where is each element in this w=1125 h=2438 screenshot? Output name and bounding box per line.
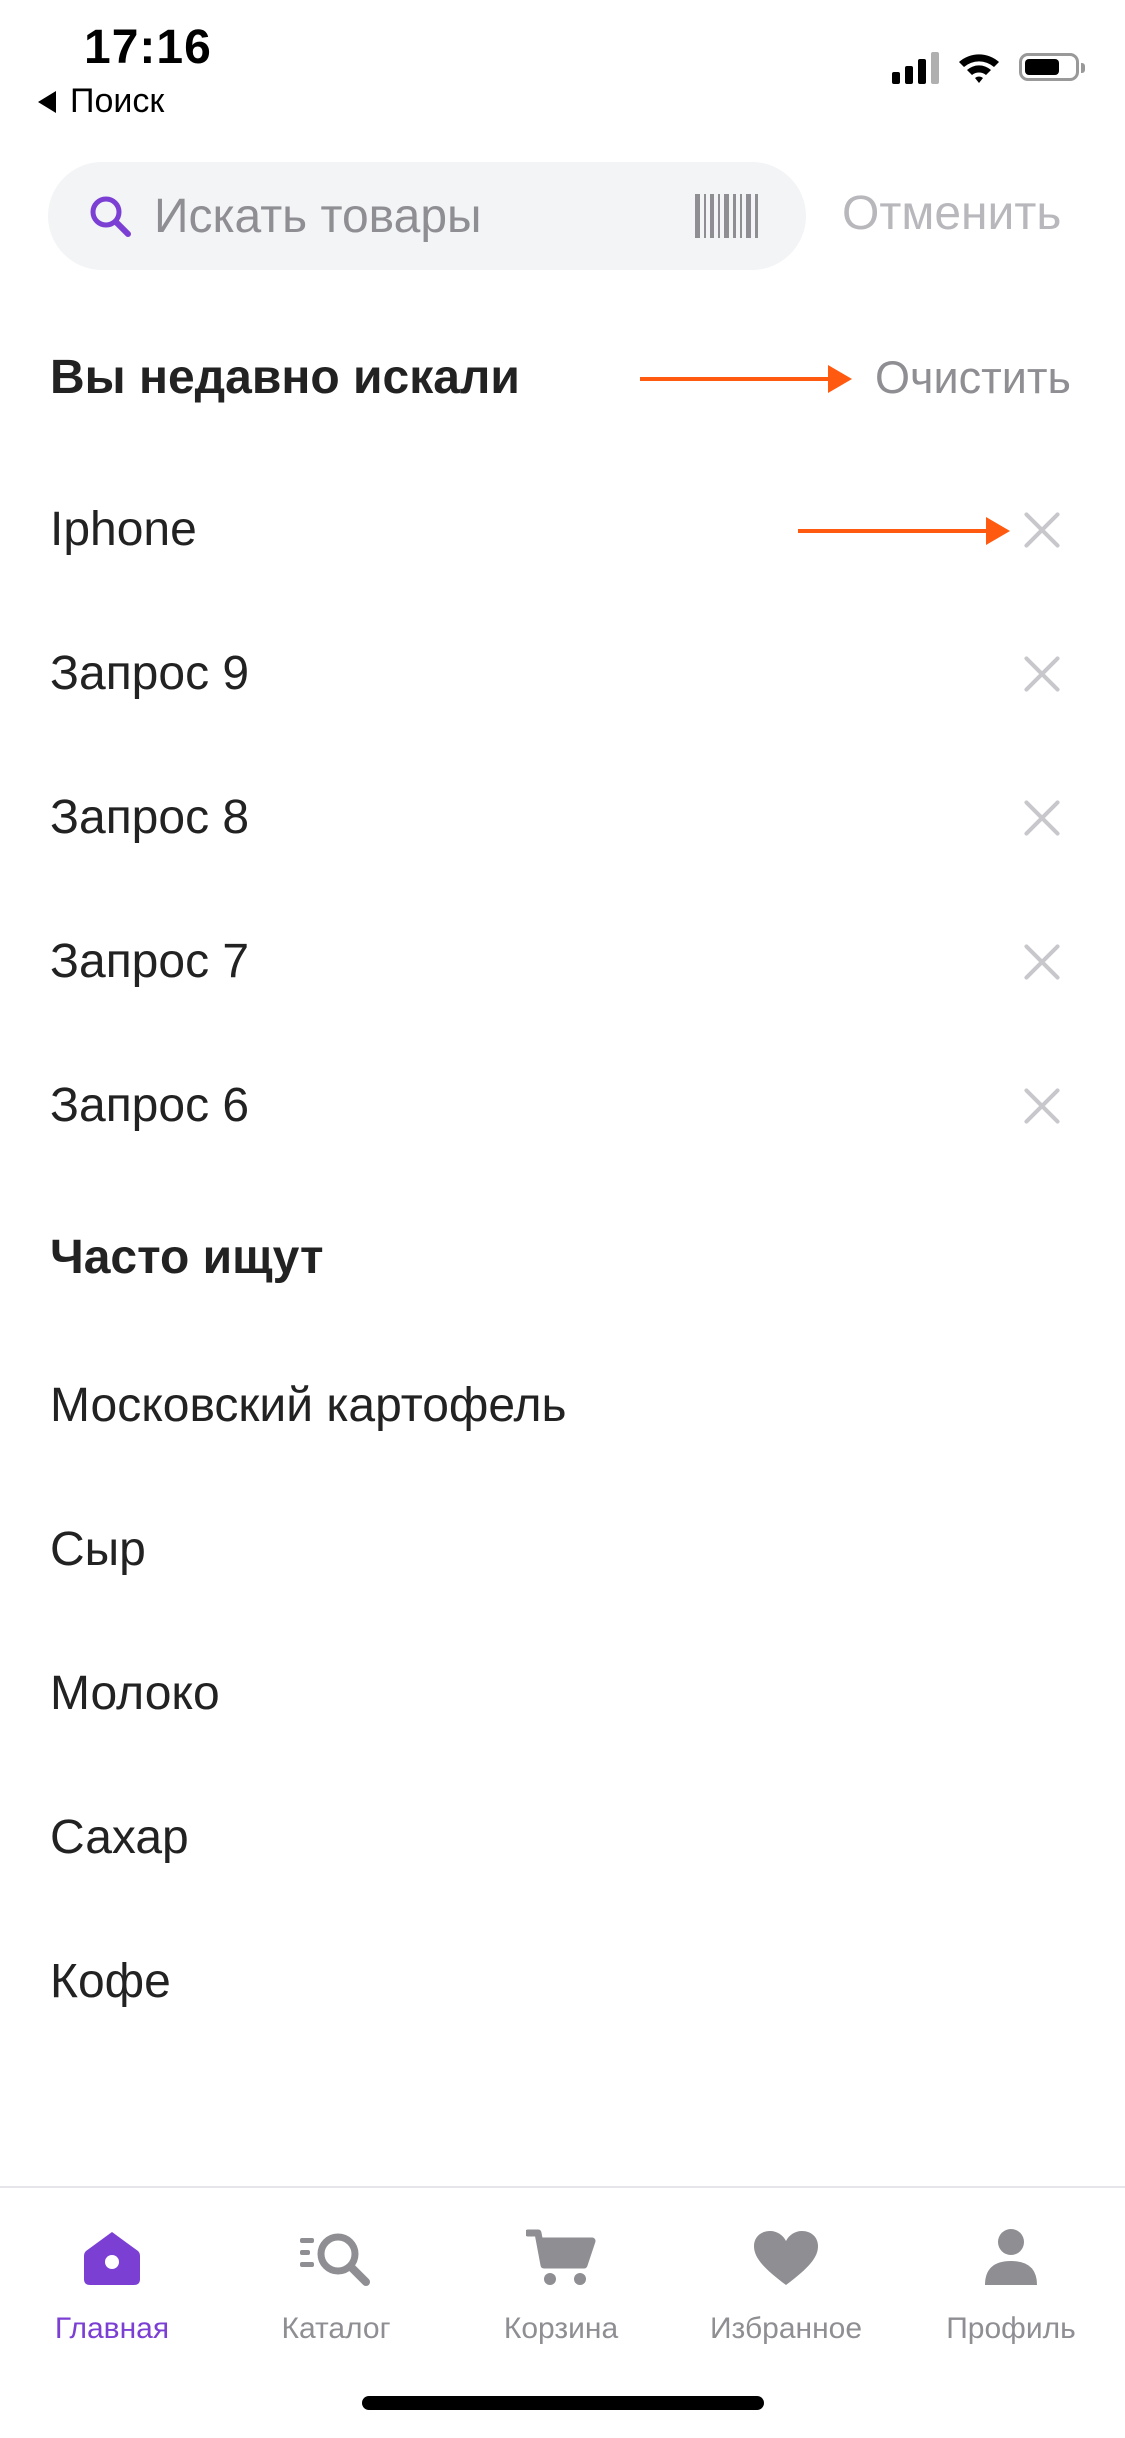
- tab-home[interactable]: Главная: [12, 2218, 212, 2346]
- home-icon: [84, 2232, 140, 2285]
- recent-item-3[interactable]: Запрос 7: [50, 934, 249, 989]
- catalog-search-icon: [300, 2233, 370, 2286]
- cancel-button[interactable]: Отменить: [842, 186, 1061, 241]
- recent-item-1[interactable]: Запрос 9: [50, 646, 249, 701]
- remove-recent-1-icon[interactable]: [1022, 654, 1062, 694]
- tab-cart-label: Корзина: [503, 2312, 619, 2345]
- tab-cart[interactable]: Корзина: [461, 2218, 661, 2346]
- recent-searches-title: Вы недавно искали: [50, 351, 520, 404]
- remove-recent-2-icon[interactable]: [1022, 798, 1062, 838]
- back-label: Поиск: [70, 82, 165, 120]
- popular-item-2[interactable]: Молоко: [50, 1666, 220, 1721]
- barcode-scanner-icon[interactable]: [695, 194, 758, 238]
- clear-history-button[interactable]: Очистить: [875, 352, 1071, 404]
- battery-level: [1025, 59, 1059, 75]
- tab-profile[interactable]: Профиль: [911, 2218, 1111, 2346]
- tab-favorites[interactable]: Избранное: [686, 2218, 886, 2346]
- tab-catalog[interactable]: Каталог: [236, 2218, 436, 2346]
- recent-item-0[interactable]: Iphone: [50, 502, 197, 557]
- popular-item-4[interactable]: Кофе: [50, 1954, 171, 2009]
- annotation-arrow-clear: [640, 365, 852, 393]
- tab-favorites-label: Избранное: [709, 2312, 863, 2345]
- tab-catalog-label: Каталог: [281, 2312, 391, 2345]
- popular-item-1[interactable]: Сыр: [50, 1522, 146, 1577]
- cellular-signal-icon: [892, 50, 939, 84]
- search-bar[interactable]: [48, 162, 806, 270]
- back-to-search-link[interactable]: Поиск: [38, 82, 164, 121]
- remove-recent-0-icon[interactable]: [1022, 510, 1062, 550]
- battery-icon: [1019, 53, 1085, 81]
- profile-icon: [985, 2229, 1037, 2285]
- recent-item-2[interactable]: Запрос 8: [50, 790, 249, 845]
- search-icon: [90, 196, 131, 237]
- remove-recent-3-icon[interactable]: [1022, 942, 1062, 982]
- status-time: 17:16: [84, 21, 212, 74]
- back-arrow-icon: [38, 90, 56, 113]
- wifi-icon: [959, 54, 999, 83]
- cart-icon: [526, 2229, 596, 2285]
- popular-item-0[interactable]: Московский картофель: [50, 1378, 567, 1433]
- popular-item-3[interactable]: Сахар: [50, 1810, 189, 1865]
- tab-profile-label: Профиль: [946, 2312, 1076, 2345]
- remove-recent-4-icon[interactable]: [1022, 1086, 1062, 1126]
- annotation-arrow-remove: [798, 517, 1010, 545]
- search-input[interactable]: [152, 187, 676, 245]
- home-indicator: [362, 2396, 764, 2410]
- heart-icon: [754, 2231, 818, 2285]
- recent-item-4[interactable]: Запрос 6: [50, 1078, 249, 1133]
- tab-home-label: Главная: [54, 2312, 170, 2345]
- status-icons: [892, 50, 1085, 84]
- popular-searches-title: Часто ищут: [50, 1231, 324, 1284]
